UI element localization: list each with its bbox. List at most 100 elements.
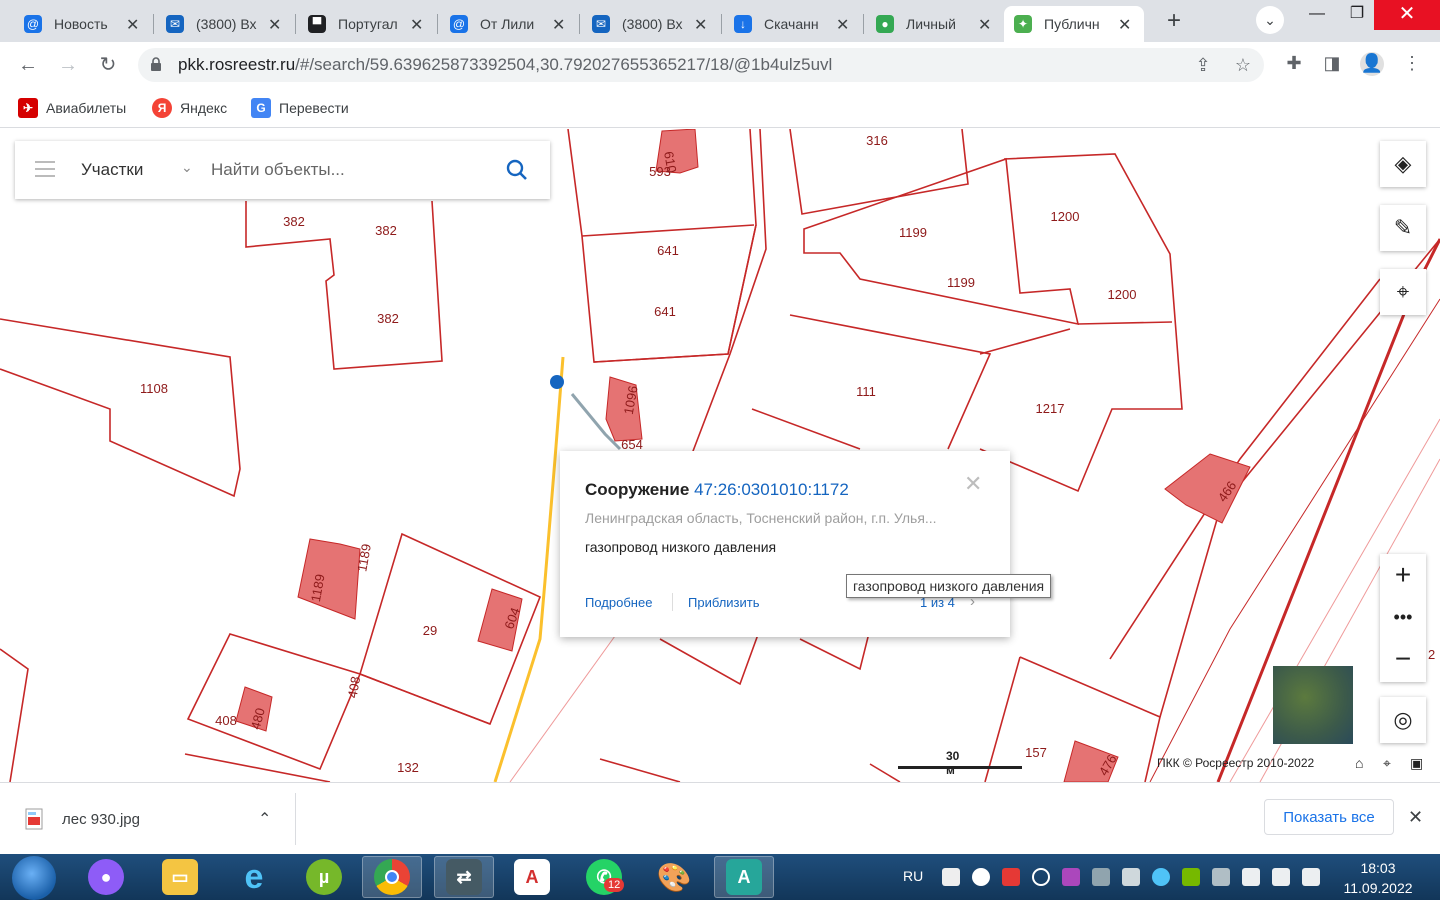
close-tab-icon[interactable]: ✕ xyxy=(552,15,565,35)
tray-app-icon[interactable] xyxy=(1002,868,1020,886)
language-indicator[interactable]: RU xyxy=(903,868,923,884)
extensions-icon[interactable]: ✚ xyxy=(1282,52,1306,76)
close-window-button[interactable]: ✕ xyxy=(1374,0,1440,30)
at-icon: @ xyxy=(24,15,42,33)
tab-4[interactable]: @ От Лили ✕ xyxy=(440,6,565,42)
taskbar-pdf[interactable]: A xyxy=(502,856,562,898)
ruler-button[interactable]: ✎ xyxy=(1380,205,1426,251)
chevron-up-icon[interactable]: ⌃ xyxy=(258,809,271,829)
close-tab-icon[interactable]: ✕ xyxy=(410,15,423,35)
taskbar-explorer[interactable]: ▭ xyxy=(150,856,210,898)
show-all-button[interactable]: Показать все xyxy=(1264,799,1394,835)
svg-text:1199: 1199 xyxy=(899,225,927,240)
printer-icon[interactable] xyxy=(1122,868,1140,886)
taskbar-alice[interactable]: ● xyxy=(76,856,136,898)
object-type: Сооружение xyxy=(585,480,690,499)
svg-text:382: 382 xyxy=(377,311,399,326)
close-tab-icon[interactable]: ✕ xyxy=(126,15,139,35)
taskbar-chrome[interactable] xyxy=(362,856,422,898)
cadastral-number[interactable]: 47:26:0301010:1172 xyxy=(694,480,849,499)
search-input[interactable] xyxy=(211,155,491,185)
bookmark-star-icon[interactable]: ☆ xyxy=(1232,55,1254,77)
translate-icon: G xyxy=(251,98,271,118)
system-clock[interactable]: 18:03 11.09.2022 xyxy=(1340,858,1416,898)
zoom-link[interactable]: Приблизить xyxy=(688,595,760,610)
taskbar-utorrent[interactable]: µ xyxy=(294,856,354,898)
tray-app-icon[interactable] xyxy=(1152,868,1170,886)
cadastral-map[interactable]: 593 316 382 382 382 641 641 1199 1199 12… xyxy=(0,129,1440,782)
forward-button[interactable]: → xyxy=(54,52,82,80)
taskbar-paint[interactable]: 🎨 xyxy=(644,856,704,898)
taskbar-editor[interactable]: A xyxy=(714,856,774,898)
locate-button[interactable]: ⌖ xyxy=(1380,269,1426,315)
menu-burger-icon[interactable] xyxy=(35,161,55,179)
location-marker[interactable] xyxy=(550,375,564,389)
target-icon[interactable]: ⌖ xyxy=(1383,755,1391,772)
network-icon[interactable] xyxy=(1242,868,1260,886)
taskbar-app[interactable]: ⇄ xyxy=(434,856,494,898)
yandex-tray-icon[interactable] xyxy=(972,868,990,886)
address-bar[interactable]: pkk.rosreestr.ru/#/search/59.63962587339… xyxy=(138,48,1264,82)
close-icon[interactable]: ✕ xyxy=(1408,807,1423,828)
chrome-icon xyxy=(374,859,410,895)
compass-button[interactable]: ◎ xyxy=(1380,697,1426,743)
fullscreen-icon[interactable]: ▣ xyxy=(1410,755,1423,772)
svg-text:382: 382 xyxy=(283,214,305,229)
nvidia-icon[interactable] xyxy=(1182,868,1200,886)
tray-app-icon[interactable] xyxy=(942,868,960,886)
bookmark-translate[interactable]: G Перевести xyxy=(251,96,349,120)
tab-6[interactable]: ↓ Скачанн ✕ xyxy=(724,6,849,42)
details-link[interactable]: Подробнее xyxy=(585,595,652,610)
search-category[interactable]: Участки xyxy=(81,160,143,180)
sync-icon[interactable] xyxy=(1032,868,1050,886)
clock-time: 18:03 xyxy=(1360,860,1396,876)
satellite-minimap[interactable] xyxy=(1273,666,1353,744)
volume-icon[interactable] xyxy=(1272,868,1290,886)
new-tab-button[interactable]: + xyxy=(1160,8,1188,36)
news-icon: ▀ xyxy=(308,15,326,33)
start-button[interactable] xyxy=(12,856,56,900)
side-panel-icon[interactable]: ◨ xyxy=(1320,52,1344,76)
tab-8-active[interactable]: ✦ Публичн ✕ xyxy=(1004,6,1144,42)
layers-icon: ◈ xyxy=(1394,151,1412,176)
url-text[interactable]: pkk.rosreestr.ru/#/search/59.63962587339… xyxy=(178,55,832,75)
home-icon[interactable]: ⌂ xyxy=(1355,755,1363,771)
hover-tooltip: газопровод низкого давления xyxy=(846,574,1052,598)
layers-button[interactable]: ◈ xyxy=(1380,141,1426,187)
tab-2[interactable]: ✉ (3800) Вх ✕ xyxy=(156,6,281,42)
tab-search-button[interactable]: ⌄ xyxy=(1256,6,1284,34)
zoom-out-button[interactable]: − xyxy=(1380,638,1426,680)
close-tab-icon[interactable]: ✕ xyxy=(1118,15,1136,35)
menu-icon[interactable]: ⋮ xyxy=(1400,52,1424,76)
chevron-down-icon[interactable]: ⌄ xyxy=(181,159,193,176)
flag-icon[interactable] xyxy=(1302,868,1320,886)
reload-button[interactable]: ↻ xyxy=(94,52,122,80)
back-button[interactable]: ← xyxy=(14,52,42,80)
download-bar: лес 930.jpg ⌃ Показать все ✕ xyxy=(0,782,1440,854)
tab-7[interactable]: ● Личный ✕ xyxy=(866,6,991,42)
more-icon[interactable]: ••• xyxy=(1380,596,1426,638)
alice-icon: ● xyxy=(88,859,124,895)
close-tab-icon[interactable]: ✕ xyxy=(836,15,849,35)
tab-1[interactable]: @ Новость ✕ xyxy=(14,6,139,42)
close-tab-icon[interactable]: ✕ xyxy=(694,15,707,35)
search-icon[interactable] xyxy=(505,158,529,182)
download-file-name[interactable]: лес 930.jpg xyxy=(62,811,140,828)
taskbar-whatsapp[interactable]: ✆ 12 xyxy=(574,856,634,898)
close-tab-icon[interactable]: ✕ xyxy=(268,15,281,35)
close-icon[interactable]: ✕ xyxy=(964,471,982,497)
zoom-in-button[interactable]: + xyxy=(1380,554,1426,596)
search-panel: Участки ⌄ xyxy=(15,141,550,199)
tab-3[interactable]: ▀ Португал ✕ xyxy=(298,6,423,42)
taskbar-ie[interactable]: e xyxy=(224,856,284,898)
bookmark-yandex[interactable]: Я Яндекс xyxy=(152,96,227,120)
tray-app-icon[interactable] xyxy=(1062,868,1080,886)
bookmark-tickets[interactable]: ✈ Авиабилеты xyxy=(18,96,126,120)
share-icon[interactable]: ⇪ xyxy=(1192,55,1214,77)
svg-text:1200: 1200 xyxy=(1051,209,1080,224)
tray-app-icon[interactable] xyxy=(1212,868,1230,886)
close-tab-icon[interactable]: ✕ xyxy=(978,15,991,35)
tray-app-icon[interactable] xyxy=(1092,868,1110,886)
tab-5[interactable]: ✉ (3800) Вх ✕ xyxy=(582,6,707,42)
profile-icon[interactable]: 👤 xyxy=(1360,52,1384,76)
